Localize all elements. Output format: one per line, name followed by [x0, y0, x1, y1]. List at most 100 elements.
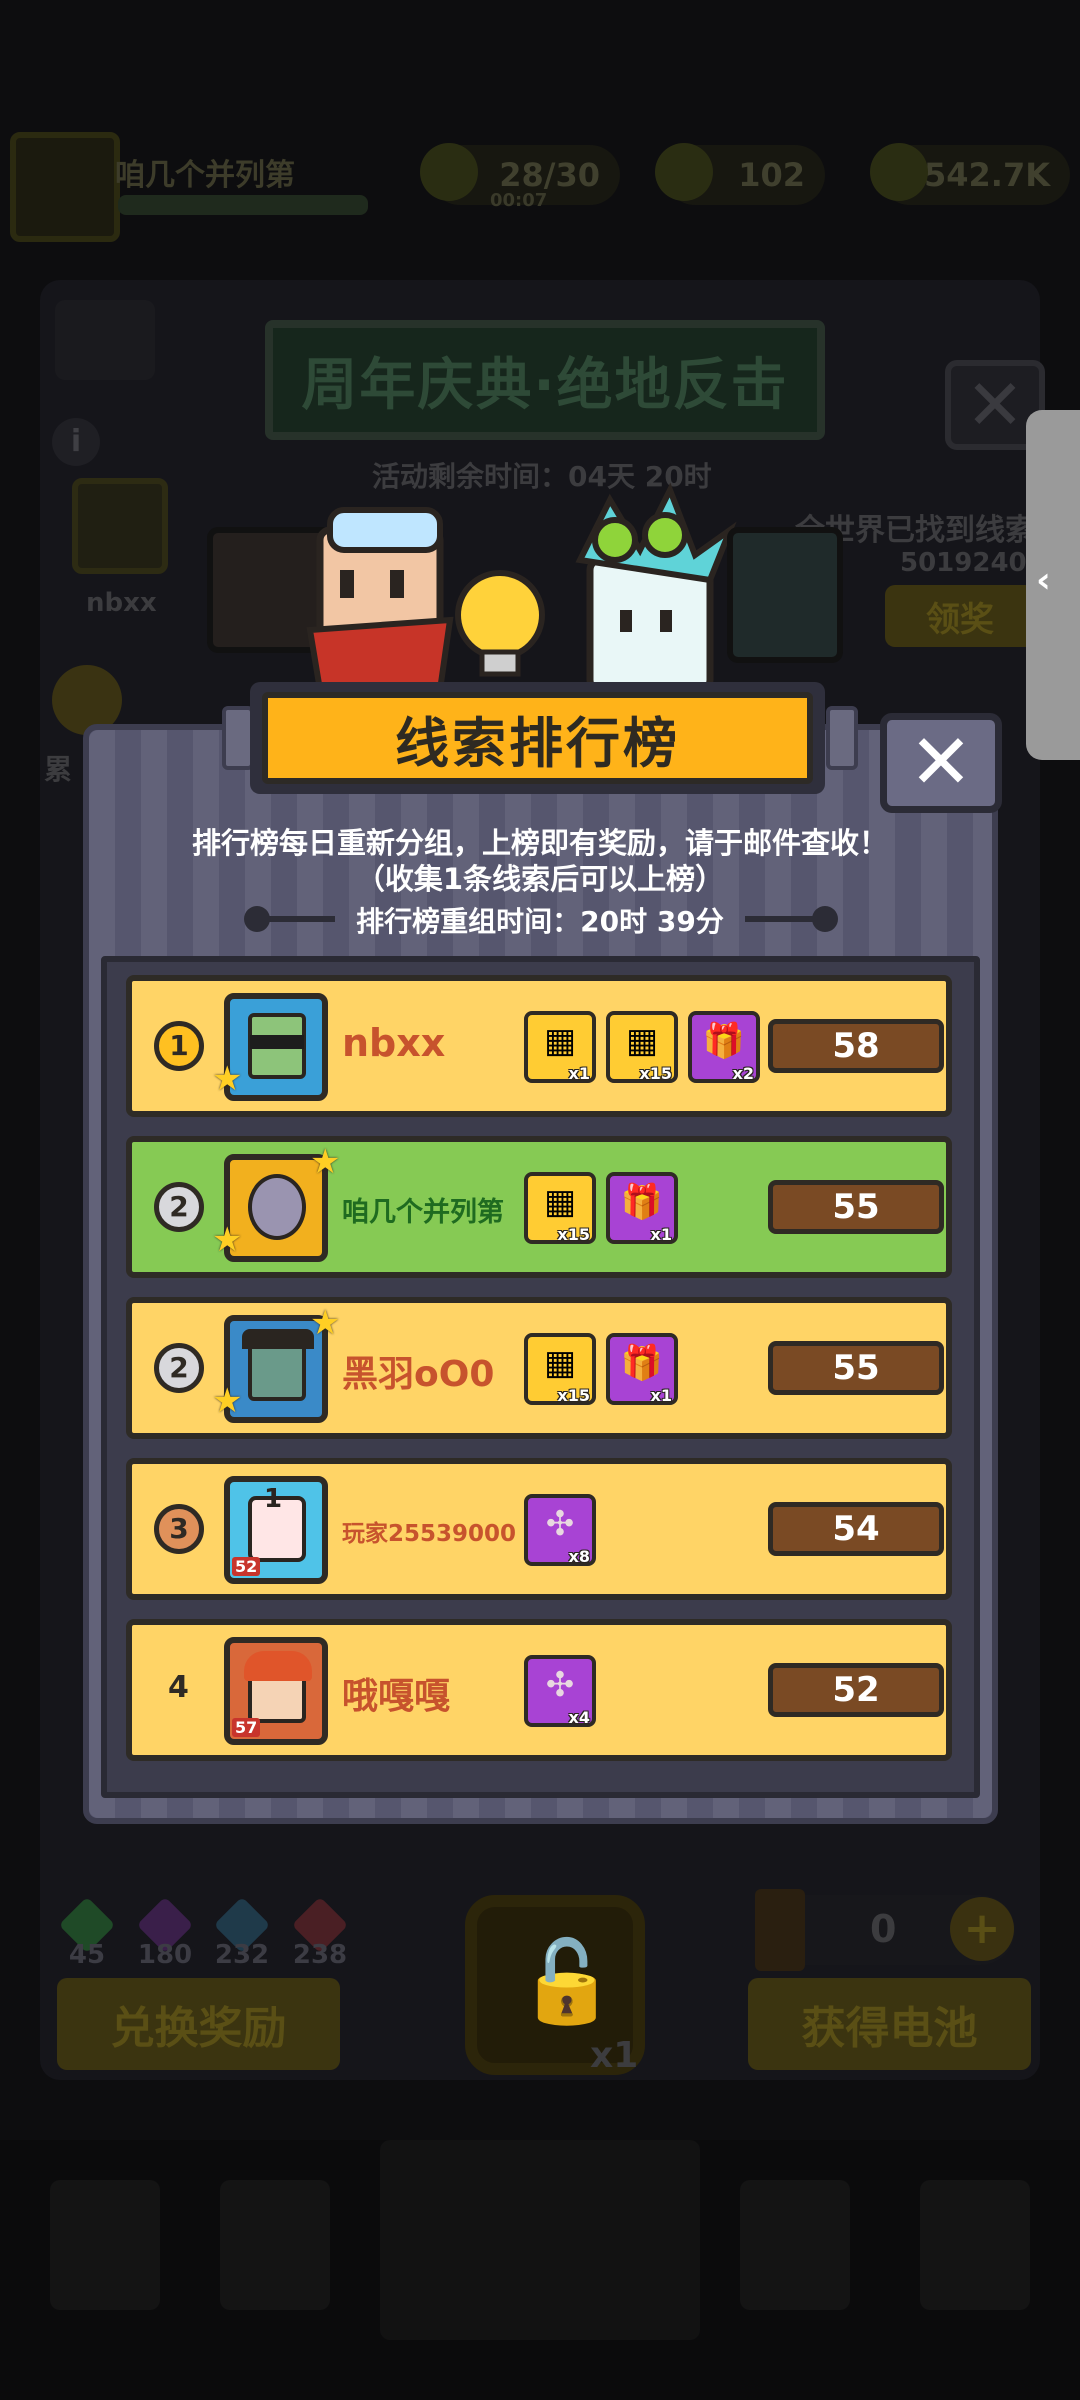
reward-gift: 🎁 x1 — [606, 1333, 678, 1405]
menu-icon[interactable] — [55, 300, 155, 380]
reward-chest: ▦ x15 — [524, 1172, 596, 1244]
reward-count: x15 — [557, 1225, 590, 1244]
avatar: 1 52 — [224, 1476, 328, 1584]
star-icon: ★ — [310, 1142, 341, 1182]
battery-counter: 0 + — [755, 1889, 1015, 1971]
bottom-navigation — [0, 2140, 1080, 2400]
player-name: 黑羽oO0 — [342, 1354, 495, 1395]
stamina-counter[interactable]: 28/30 00:07 — [420, 143, 620, 211]
chest-icon: ▦ — [543, 1021, 577, 1061]
title-bracket-right — [826, 706, 858, 770]
reset-time: 排行榜重组时间：20时 39分 — [356, 905, 724, 938]
coin-icon — [870, 143, 928, 201]
level-tag: 52 — [232, 1557, 261, 1576]
reward-chest: ▦ x15 — [606, 1011, 678, 1083]
reward-count: x15 — [639, 1064, 672, 1083]
modal-close-button[interactable]: ✕ — [880, 713, 1002, 813]
side-player-name: nbxx — [86, 588, 157, 618]
score-value: 54 — [768, 1502, 944, 1556]
leaderboard-row[interactable]: 3 1 52 玩家25539000 ✣ x8 54 — [126, 1458, 952, 1600]
top-status-bar: 咱几个并列第 28/30 00:07 102 542.7K — [0, 120, 1080, 242]
nav-item-shop[interactable] — [50, 2180, 160, 2310]
mascot-characters — [207, 482, 843, 690]
info-icon[interactable]: i — [52, 418, 100, 466]
player-name: 咱几个并列第 — [342, 1197, 504, 1228]
rank-medal-bronze: 3 — [154, 1504, 204, 1554]
reward-gift: 🎁 x2 — [688, 1011, 760, 1083]
reward-puzzle: ✣ x8 — [524, 1494, 596, 1566]
gift-icon: 🎁 — [620, 1182, 664, 1222]
timer-dot-left — [244, 906, 270, 932]
player-name: 咱几个并列第 — [115, 158, 295, 193]
leaderboard-row[interactable]: 2 ★ ★ 黑羽oO0 ▦ x15 🎁 x1 55 — [126, 1297, 952, 1439]
puzzle-icon: ✣ — [545, 1665, 575, 1705]
player-name: 哦嘎嘎 — [342, 1676, 451, 1717]
nav-item-main[interactable] — [380, 2140, 700, 2340]
reward-puzzle: ✣ x4 — [524, 1655, 596, 1727]
chest-icon: ▦ — [543, 1343, 577, 1383]
add-battery-icon[interactable]: + — [950, 1897, 1014, 1961]
avatar: 57 — [224, 1637, 328, 1745]
reward-gift: 🎁 x1 — [606, 1172, 678, 1244]
reward-count: x8 — [568, 1547, 590, 1566]
leaderboard-row[interactable]: 4 57 哦嘎嘎 ✣ x4 52 — [126, 1619, 952, 1761]
side-avatar — [72, 478, 168, 574]
level-tag: 57 — [232, 1718, 261, 1737]
player-name: nbxx — [342, 1021, 446, 1065]
event-banner: 周年庆典·绝地反击 — [265, 320, 825, 440]
stamina-icon — [420, 143, 478, 201]
star-icon: ★ — [212, 1220, 243, 1260]
score-value: 55 — [768, 1341, 944, 1395]
gem-counter[interactable]: 102 — [655, 143, 825, 205]
chest-icon: ▦ — [625, 1021, 659, 1061]
reward-chest: ▦ x15 — [524, 1333, 596, 1405]
reward-count: x1 — [568, 1064, 590, 1083]
nav-item-settings[interactable] — [920, 2180, 1030, 2310]
lock-icon: 🔓 — [517, 1935, 617, 2028]
stamina-value: 28/30 — [499, 156, 600, 194]
nav-item-hero[interactable] — [220, 2180, 330, 2310]
rank-number: 4 — [168, 1670, 189, 1705]
gem-value: 102 — [738, 156, 805, 194]
puzzle-icon: ✣ — [545, 1504, 575, 1544]
rank-medal-gold: 1 — [154, 1021, 204, 1071]
gem-icon — [655, 143, 713, 201]
reward-count: x1 — [650, 1386, 672, 1405]
close-icon: ✕ — [909, 717, 973, 806]
lightbulb-icon — [455, 570, 545, 660]
get-battery-button[interactable]: 获得电池 — [748, 1978, 1031, 2070]
score-value: 55 — [768, 1180, 944, 1234]
intro-text-line2: （收集1条线索后可以上榜） — [355, 862, 725, 896]
reward-count: x4 — [568, 1708, 590, 1727]
dim-character-right — [727, 527, 843, 663]
reward-count: x15 — [557, 1386, 590, 1405]
battery-icon — [755, 1889, 805, 1971]
purple-gem-count: 180 — [137, 1940, 193, 1970]
leaderboard-row[interactable]: 1 ★ nbxx ▦ x1 ▦ x15 🎁 x2 58 — [126, 975, 952, 1117]
battery-count: 0 — [870, 1907, 897, 1951]
nav-item-event[interactable] — [740, 2180, 850, 2310]
reward-count: x2 — [732, 1064, 754, 1083]
red-gem-count: 238 — [292, 1940, 348, 1970]
rank-medal-silver: 2 — [154, 1343, 204, 1393]
player-avatar[interactable] — [10, 132, 120, 242]
star-icon: ★ — [310, 1303, 341, 1343]
score-value: 52 — [768, 1663, 944, 1717]
gift-icon: 🎁 — [702, 1021, 746, 1061]
score-value: 58 — [768, 1019, 944, 1073]
reward-chest: ▦ x1 — [524, 1011, 596, 1083]
key-count: x1 — [590, 2035, 639, 2076]
coin-counter[interactable]: 542.7K — [870, 143, 1070, 205]
stamina-timer: 00:07 — [490, 190, 548, 211]
star-icon: ★ — [212, 1059, 243, 1099]
chest-icon: ▦ — [543, 1182, 577, 1222]
reward-count: x1 — [650, 1225, 672, 1244]
leaderboard-row-self[interactable]: 2 ★ ★ 咱几个并列第 ▦ x15 🎁 x1 55 — [126, 1136, 952, 1278]
side-expand-tab[interactable]: ‹ — [1026, 410, 1080, 760]
exchange-reward-button[interactable]: 兑换奖励 — [57, 1978, 340, 2070]
timer-dot-right — [812, 906, 838, 932]
global-found-count: 50192408 — [900, 548, 1045, 578]
chevron-left-icon: ‹ — [1036, 560, 1051, 601]
level-bar — [118, 195, 368, 215]
modal-title: 线索排行榜 — [262, 692, 813, 784]
